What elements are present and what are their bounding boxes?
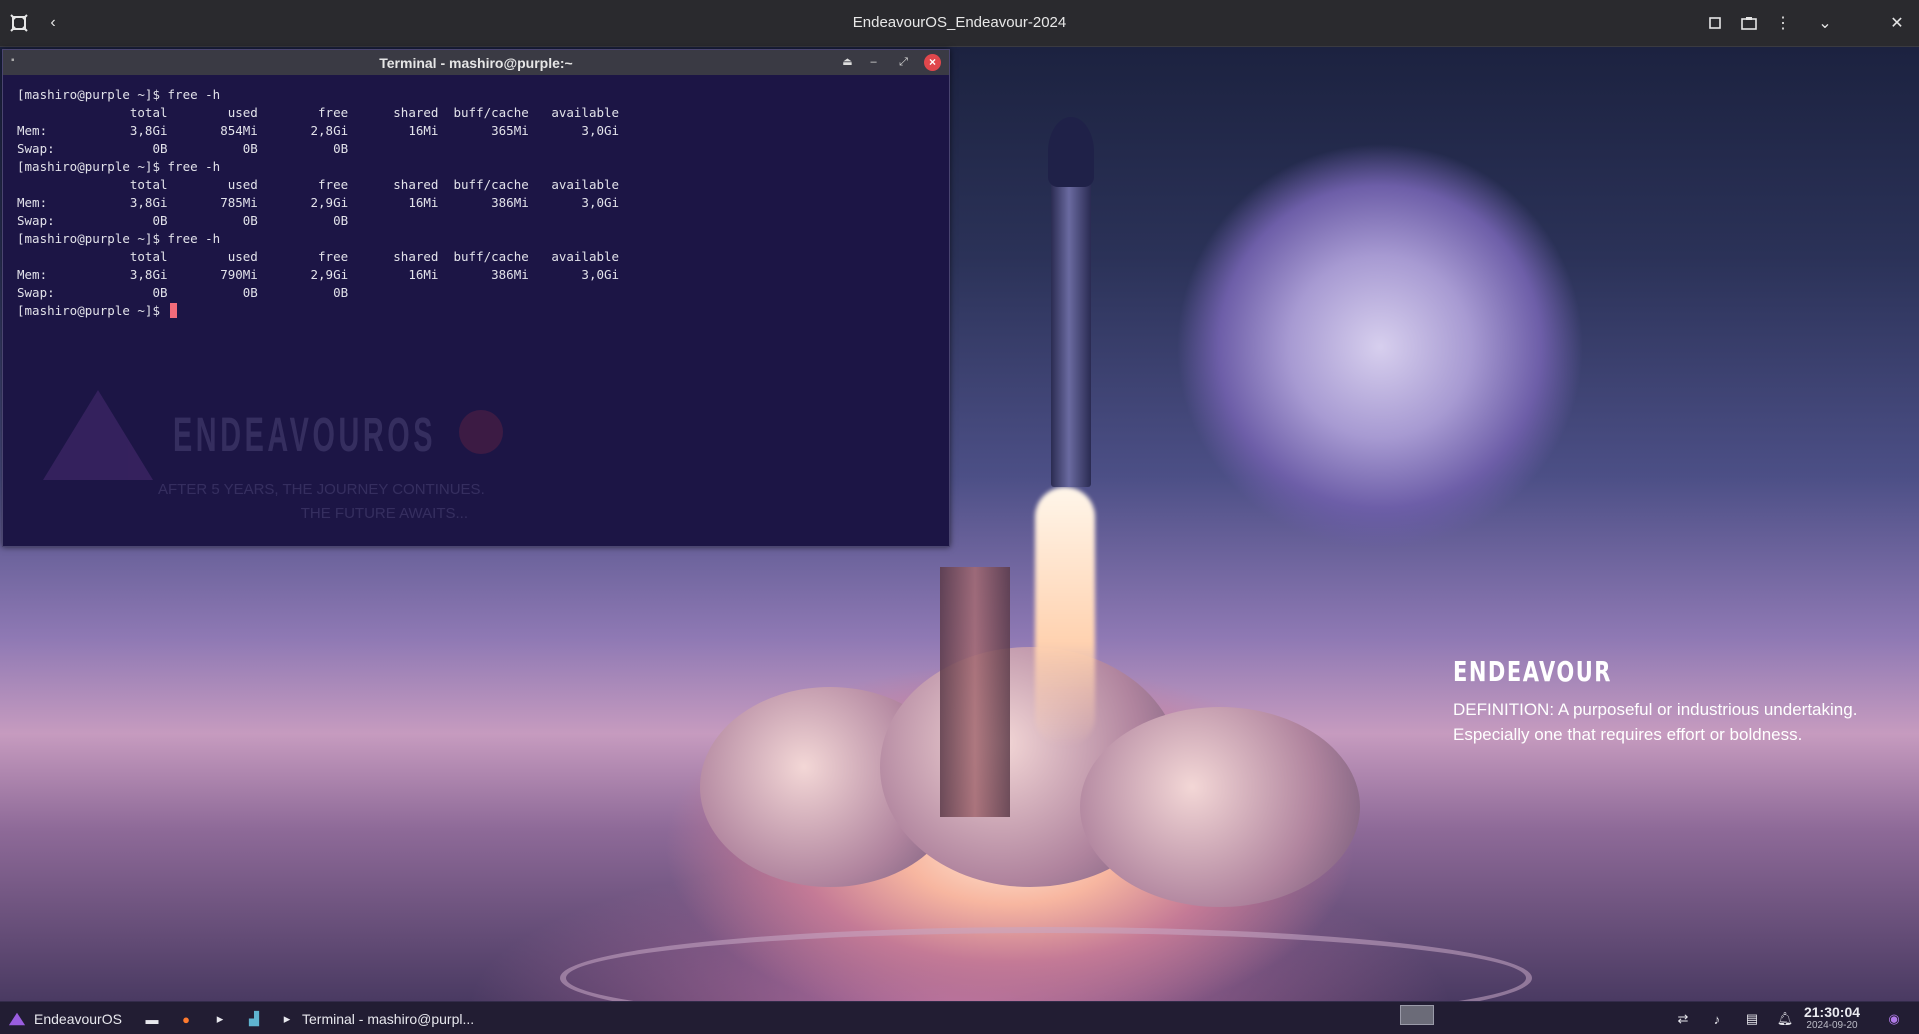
terminal-line: Swap: 0B 0B 0B [17, 141, 349, 156]
wallpaper-definition: DEFINITION: A purposeful or industrious … [1453, 700, 1858, 744]
terminal-line: Mem: 3,8Gi 785Mi 2,9Gi 16Mi 386Mi 3,0Gi [17, 195, 620, 210]
taskbar: EndeavourOS ▬ ● ▸ ▟ ▸ Terminal - mashiro… [0, 1001, 1919, 1034]
viewer-title: EndeavourOS_Endeavour-2024 [852, 14, 1067, 31]
screenshot-icon[interactable] [1736, 10, 1762, 36]
system-monitor-launcher[interactable]: ▟ [245, 1008, 263, 1030]
terminal-icon: ▸ [216, 1011, 224, 1026]
terminal-titlebar[interactable]: ▪ Terminal - mashiro@purple:~ ⏏ – ⤢ × [3, 50, 949, 75]
firefox-icon: ● [182, 1011, 190, 1027]
terminal-line: total used free shared buff/cache availa… [17, 105, 620, 120]
rocket-plume [1035, 487, 1095, 747]
launch-tower [940, 567, 1010, 817]
user-status-icon[interactable]: ◉ [1885, 1008, 1903, 1030]
terminal-line: [mashiro@purple ~]$ free -h [17, 159, 221, 174]
terminal-line: Swap: 0B 0B 0B [17, 213, 349, 228]
terminal-line: [mashiro@purple ~]$ free -h [17, 87, 221, 102]
terminal-title: Terminal - mashiro@purple:~ [379, 55, 573, 71]
terminal-line: Mem: 3,8Gi 854Mi 2,8Gi 16Mi 365Mi 3,0Gi [17, 123, 620, 138]
app-menu-button[interactable]: EndeavourOS [8, 1008, 122, 1030]
volume-icon[interactable]: ♪ [1708, 1008, 1726, 1030]
clipboard-icon[interactable]: ▤ [1743, 1008, 1761, 1030]
terminal-line: total used free shared buff/cache availa… [17, 249, 620, 264]
chart-icon: ▟ [249, 1011, 259, 1026]
wallpaper-title: ENDEAVOUR [1453, 655, 1612, 688]
terminal-line: Mem: 3,8Gi 790Mi 2,9Gi 16Mi 386Mi 3,0Gi [17, 267, 620, 282]
firefox-launcher[interactable]: ● [177, 1008, 195, 1030]
clock-date: 2024-09-20 [1806, 1020, 1858, 1031]
viewer-titlebar: ‹ EndeavourOS_Endeavour-2024 ⋮ ⌄ ✕ [0, 0, 1919, 47]
terminal-window[interactable]: ▪ Terminal - mashiro@purple:~ ⏏ – ⤢ × EN… [2, 49, 950, 547]
rocket-nose [1048, 117, 1094, 187]
maximize-icon[interactable]: ⤢ [895, 54, 912, 71]
shade-icon[interactable]: ⏏ [839, 54, 856, 71]
terminal-line: total used free shared buff/cache availa… [17, 177, 620, 192]
close-icon[interactable]: × [924, 54, 941, 71]
launch-smoke [1080, 707, 1360, 907]
minimize-icon[interactable]: – [865, 54, 882, 71]
file-manager-launcher[interactable]: ▬ [143, 1008, 161, 1030]
clock[interactable]: 21:30:04 2024-09-20 [1802, 1004, 1862, 1031]
terminal-line: [mashiro@purple ~]$ free -h [17, 231, 221, 246]
folder-icon: ▬ [145, 1011, 159, 1027]
network-icon[interactable]: ⇄ [1674, 1008, 1692, 1030]
terminal-icon: ▸ [283, 1011, 291, 1026]
app-menu-label: EndeavourOS [34, 1011, 122, 1027]
terminal-launcher[interactable]: ▸ [211, 1008, 229, 1030]
terminal-line: Swap: 0B 0B 0B [17, 285, 349, 300]
endeavouros-logo-icon [8, 1010, 26, 1028]
fullscreen-icon[interactable] [1702, 10, 1728, 36]
terminal-output[interactable]: [mashiro@purple ~]$ free -h total used f… [17, 86, 945, 542]
terminal-cursor [169, 303, 177, 318]
taskbar-task-terminal[interactable]: ▸ Terminal - mashiro@purpl... [278, 1008, 474, 1030]
notification-bell-icon[interactable]: 🔔︎ [1776, 1008, 1794, 1030]
chevron-down-icon[interactable]: ⌄ [1812, 10, 1838, 36]
taskbar-task-label: Terminal - mashiro@purpl... [302, 1011, 475, 1027]
terminal-prompt-line[interactable]: [mashiro@purple ~]$ [17, 302, 945, 320]
menu-dots-icon[interactable]: ⋮ [1770, 10, 1796, 36]
workspace-switcher[interactable] [1400, 1005, 1434, 1025]
launch-pad [560, 927, 1532, 1001]
close-icon[interactable]: ✕ [1884, 10, 1910, 36]
clock-time: 21:30:04 [1803, 1004, 1861, 1020]
terminal-prompt: [mashiro@purple ~]$ [17, 303, 168, 318]
